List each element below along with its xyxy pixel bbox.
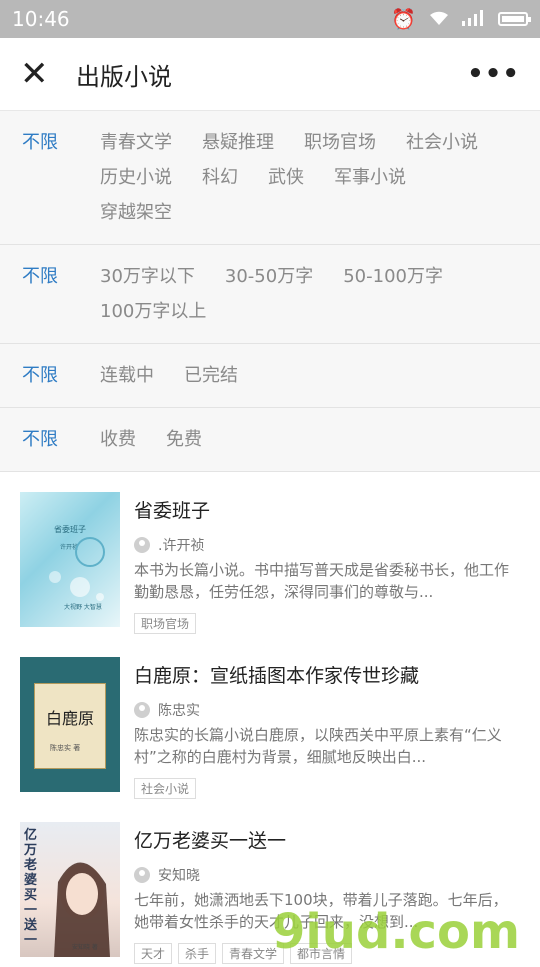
status-time: 10:46 xyxy=(12,7,70,31)
filter-option[interactable]: 免费 xyxy=(166,422,202,457)
book-tag[interactable]: 杀手 xyxy=(178,943,217,964)
book-list: 省委班子 许开祯 大视野 大智慧 省委班子 .许开祯 本书为长篇小说。书中描写普… xyxy=(0,472,540,967)
filter-all-option[interactable]: 不限 xyxy=(22,358,100,393)
book-item[interactable]: 省委班子 许开祯 大视野 大智慧 省委班子 .许开祯 本书为长篇小说。书中描写普… xyxy=(0,472,540,637)
author-avatar-icon xyxy=(134,702,150,718)
filter-option[interactable]: 100万字以上 xyxy=(100,294,206,329)
filter-row-length: 不限 30万字以下 30-50万字 50-100万字 100万字以上 xyxy=(0,245,540,344)
filter-option[interactable]: 50-100万字 xyxy=(343,259,443,294)
book-cover: 亿万老婆买一送一 安知晓 著 xyxy=(20,822,120,957)
filter-option[interactable]: 穿越架空 xyxy=(100,195,172,230)
book-cover: 白鹿原 陈忠实 著 xyxy=(20,657,120,792)
filter-option[interactable]: 30-50万字 xyxy=(225,259,313,294)
author-avatar-icon xyxy=(134,537,150,553)
book-tag[interactable]: 职场官场 xyxy=(134,613,197,634)
battery-icon xyxy=(498,12,531,26)
page-title: 出版小说 xyxy=(76,62,172,91)
alarm-icon: ⏰ xyxy=(391,7,416,31)
filter-option[interactable]: 已完结 xyxy=(184,358,238,393)
cover-author: 陈忠实 著 xyxy=(50,744,81,752)
status-icons: ⏰ xyxy=(391,7,531,31)
top-bar: ✕ 出版小说 ••• xyxy=(0,38,540,110)
author-avatar-icon xyxy=(134,867,150,883)
cover-title: 白鹿原 xyxy=(46,709,95,728)
book-item[interactable]: 白鹿原 陈忠实 著 白鹿原：宣纸插图本作家传世珍藏 陈忠实 陈忠实的长篇小说白鹿… xyxy=(0,637,540,802)
filter-all-option[interactable]: 不限 xyxy=(22,125,100,230)
book-tag[interactable]: 天才 xyxy=(134,943,173,964)
book-cover: 省委班子 许开祯 大视野 大智慧 xyxy=(20,492,120,627)
site-watermark: 9iud.com xyxy=(271,904,520,960)
close-icon[interactable]: ✕ xyxy=(20,57,54,91)
filter-option[interactable]: 军事小说 xyxy=(334,160,406,195)
signal-icon xyxy=(462,7,486,31)
filter-all-option[interactable]: 不限 xyxy=(22,259,100,329)
filter-row-status: 不限 连载中 已完结 xyxy=(0,344,540,408)
status-bar: 10:46 ⏰ xyxy=(0,0,540,38)
filter-all-option[interactable]: 不限 xyxy=(22,422,100,457)
filter-option[interactable]: 悬疑推理 xyxy=(202,125,274,160)
cover-footer: 大视野 大智慧 xyxy=(64,604,102,611)
filter-option[interactable]: 收费 xyxy=(100,422,136,457)
cover-title: 亿万老婆买一送一 xyxy=(24,828,38,948)
filter-option[interactable]: 武侠 xyxy=(268,160,304,195)
book-author: 陈忠实 xyxy=(158,703,200,719)
wifi-icon xyxy=(428,7,450,31)
filter-row-genre: 不限 青春文学 悬疑推理 职场官场 社会小说 历史小说 科幻 武侠 军事小说 穿… xyxy=(0,111,540,245)
book-title: 亿万老婆买一送一 xyxy=(134,830,287,852)
filter-option[interactable]: 青春文学 xyxy=(100,125,172,160)
filter-option[interactable]: 科幻 xyxy=(202,160,238,195)
book-tag[interactable]: 社会小说 xyxy=(134,778,197,799)
filter-option[interactable]: 30万字以下 xyxy=(100,259,195,294)
book-title: 白鹿原：宣纸插图本作家传世珍藏 xyxy=(134,665,420,687)
filter-option[interactable]: 连载中 xyxy=(100,358,154,393)
filter-row-price: 不限 收费 免费 xyxy=(0,408,540,472)
filter-panel: 不限 青春文学 悬疑推理 职场官场 社会小说 历史小说 科幻 武侠 军事小说 穿… xyxy=(0,110,540,472)
book-title: 省委班子 xyxy=(134,500,211,522)
book-description: 陈忠实的长篇小说白鹿原，以陕西关中平原上素有“仁义村”之称的白鹿村为背景，细腻地… xyxy=(134,726,502,766)
filter-option[interactable]: 职场官场 xyxy=(304,125,376,160)
cover-author: 安知晓 著 xyxy=(72,944,98,951)
more-options-icon[interactable]: ••• xyxy=(467,59,520,89)
book-description: 本书为长篇小说。书中描写普天成是省委秘书长，他工作勤勤恳恳，任劳任怨，深得同事们… xyxy=(134,561,510,601)
filter-option[interactable]: 社会小说 xyxy=(406,125,478,160)
book-author: 安知晓 xyxy=(158,868,200,884)
filter-option[interactable]: 历史小说 xyxy=(100,160,172,195)
book-author: .许开祯 xyxy=(158,538,205,554)
